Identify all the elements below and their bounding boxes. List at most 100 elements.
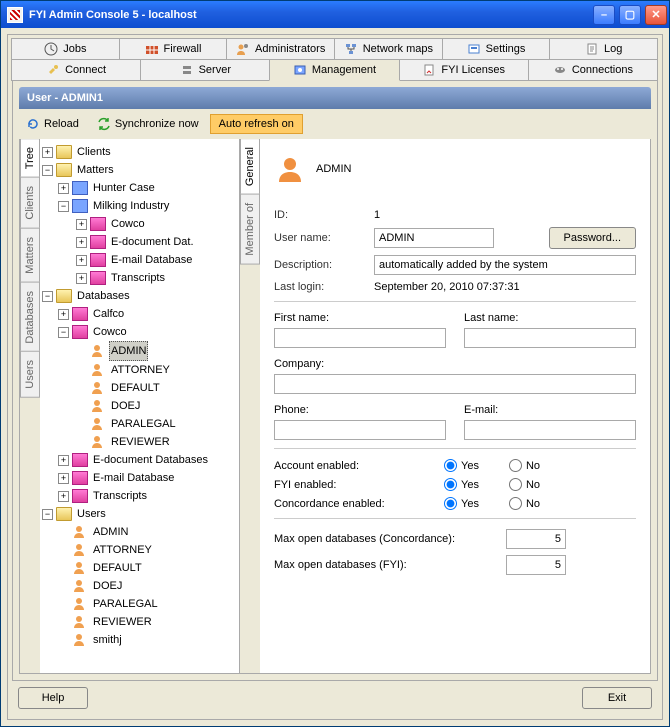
- tree-clients[interactable]: +Clients: [40, 143, 239, 161]
- window-title: FYI Admin Console 5 - localhost: [29, 9, 197, 21]
- tree-u-smithj[interactable]: smithj: [40, 631, 239, 649]
- expand-icon[interactable]: +: [76, 219, 87, 230]
- fyi-no[interactable]: No: [509, 478, 540, 491]
- tree-matters[interactable]: −Matters: [40, 161, 239, 179]
- tree-user-attorney[interactable]: ATTORNEY: [40, 361, 239, 379]
- tab-log[interactable]: Log: [549, 38, 658, 60]
- tree-trans-db[interactable]: +Transcripts: [40, 487, 239, 505]
- tree-edocs-db[interactable]: +E-document Databases: [40, 451, 239, 469]
- folder-icon: [56, 289, 72, 303]
- expand-icon[interactable]: +: [58, 183, 69, 194]
- form-pane[interactable]: ADMIN ID:1 User name: Password... Descri…: [260, 139, 650, 673]
- collapse-icon[interactable]: −: [42, 291, 53, 302]
- expand-icon[interactable]: +: [76, 237, 87, 248]
- expand-icon[interactable]: +: [58, 455, 69, 466]
- collapse-icon[interactable]: −: [42, 165, 53, 176]
- firstname-input[interactable]: [274, 328, 446, 348]
- description-input[interactable]: [374, 255, 636, 275]
- tree-u-default[interactable]: DEFAULT: [40, 559, 239, 577]
- expand-icon[interactable]: +: [76, 255, 87, 266]
- vtab-users[interactable]: Users: [20, 351, 40, 398]
- separator: [274, 518, 636, 519]
- tab-server[interactable]: Server: [140, 59, 270, 81]
- tab-jobs[interactable]: Jobs: [11, 38, 120, 60]
- vtab-databases[interactable]: Databases: [20, 282, 40, 353]
- company-input[interactable]: [274, 374, 636, 394]
- tab-connect[interactable]: Connect: [11, 59, 141, 81]
- tree-edoc-m[interactable]: +E-document Dat.: [40, 233, 239, 251]
- maximize-button[interactable]: ▢: [619, 5, 641, 25]
- auto-refresh-toggle[interactable]: Auto refresh on: [210, 114, 303, 134]
- phone-input[interactable]: [274, 420, 446, 440]
- collapse-icon[interactable]: −: [42, 509, 53, 520]
- tree-calfco[interactable]: +Calfco: [40, 305, 239, 323]
- vtab-matters[interactable]: Matters: [20, 228, 40, 283]
- content-pane: User - ADMIN1 Reload Synchronize now Aut…: [12, 81, 658, 681]
- reload-button[interactable]: Reload: [19, 113, 86, 135]
- expand-icon[interactable]: +: [58, 473, 69, 484]
- expand-icon[interactable]: +: [58, 491, 69, 502]
- vtab-general[interactable]: General: [240, 139, 260, 195]
- max-fyi-input[interactable]: [506, 555, 566, 575]
- tree-user-default[interactable]: DEFAULT: [40, 379, 239, 397]
- fyi-yes[interactable]: Yes: [444, 478, 479, 491]
- tree-hunter[interactable]: +Hunter Case: [40, 179, 239, 197]
- vtab-tree[interactable]: Tree: [20, 139, 40, 178]
- tree-user-paralegal[interactable]: PARALEGAL: [40, 415, 239, 433]
- tree-user-admin[interactable]: ADMIN: [40, 341, 239, 361]
- minimize-button[interactable]: –: [593, 5, 615, 25]
- tab-firewall[interactable]: Firewall: [119, 38, 228, 60]
- tree-email-db[interactable]: +E-mail Database: [40, 469, 239, 487]
- max-concordance-input[interactable]: [506, 529, 566, 549]
- tree-cowco-m[interactable]: +Cowco: [40, 215, 239, 233]
- tab-connections[interactable]: Connections: [528, 59, 658, 81]
- tree-u-paralegal[interactable]: PARALEGAL: [40, 595, 239, 613]
- folder-icon: [56, 507, 72, 521]
- tree-u-reviewer[interactable]: REVIEWER: [40, 613, 239, 631]
- tree-cowco-db[interactable]: −Cowco: [40, 323, 239, 341]
- database-icon: [72, 453, 88, 467]
- expand-icon[interactable]: +: [58, 309, 69, 320]
- password-button[interactable]: Password...: [549, 227, 636, 249]
- admins-icon: [236, 42, 250, 56]
- tab-network-maps[interactable]: Network maps: [334, 38, 443, 60]
- vtab-memberof[interactable]: Member of: [240, 194, 260, 265]
- expand-icon[interactable]: +: [76, 273, 87, 284]
- tree-user-doej[interactable]: DOEJ: [40, 397, 239, 415]
- collapse-icon[interactable]: −: [58, 201, 69, 212]
- app-icon: [7, 7, 23, 23]
- database-icon: [72, 489, 88, 503]
- account-no[interactable]: No: [509, 459, 540, 472]
- tree-scroll[interactable]: +Clients −Matters +Hunter Case −Milking …: [40, 139, 239, 673]
- vtab-clients[interactable]: Clients: [20, 177, 40, 229]
- tab-administrators[interactable]: Administrators: [226, 38, 335, 60]
- collapse-icon[interactable]: −: [58, 327, 69, 338]
- username-input[interactable]: [374, 228, 494, 248]
- close-button[interactable]: ✕: [645, 5, 667, 25]
- tab-settings[interactable]: Settings: [442, 38, 551, 60]
- reload-icon: [26, 117, 40, 131]
- tree-u-doej[interactable]: DOEJ: [40, 577, 239, 595]
- tree-trans-m[interactable]: +Transcripts: [40, 269, 239, 287]
- user-icon: [72, 561, 88, 575]
- account-yes[interactable]: Yes: [444, 459, 479, 472]
- lastname-input[interactable]: [464, 328, 636, 348]
- tree-u-admin[interactable]: ADMIN: [40, 523, 239, 541]
- tree-u-attorney[interactable]: ATTORNEY: [40, 541, 239, 559]
- tab-management[interactable]: Management: [269, 59, 399, 81]
- tree-email-m[interactable]: +E-mail Database: [40, 251, 239, 269]
- expand-icon[interactable]: +: [42, 147, 53, 158]
- exit-button[interactable]: Exit: [582, 687, 652, 709]
- user-icon: [90, 363, 106, 377]
- tree-databases[interactable]: −Databases: [40, 287, 239, 305]
- sync-button[interactable]: Synchronize now: [90, 113, 206, 135]
- concordance-no[interactable]: No: [509, 497, 540, 510]
- email-input[interactable]: [464, 420, 636, 440]
- tree-users[interactable]: −Users: [40, 505, 239, 523]
- tab-fyi-licenses[interactable]: FYI Licenses: [399, 59, 529, 81]
- tree-milking[interactable]: −Milking Industry: [40, 197, 239, 215]
- concordance-yes[interactable]: Yes: [444, 497, 479, 510]
- user-icon: [90, 417, 106, 431]
- tree-user-reviewer[interactable]: REVIEWER: [40, 433, 239, 451]
- help-button[interactable]: Help: [18, 687, 88, 709]
